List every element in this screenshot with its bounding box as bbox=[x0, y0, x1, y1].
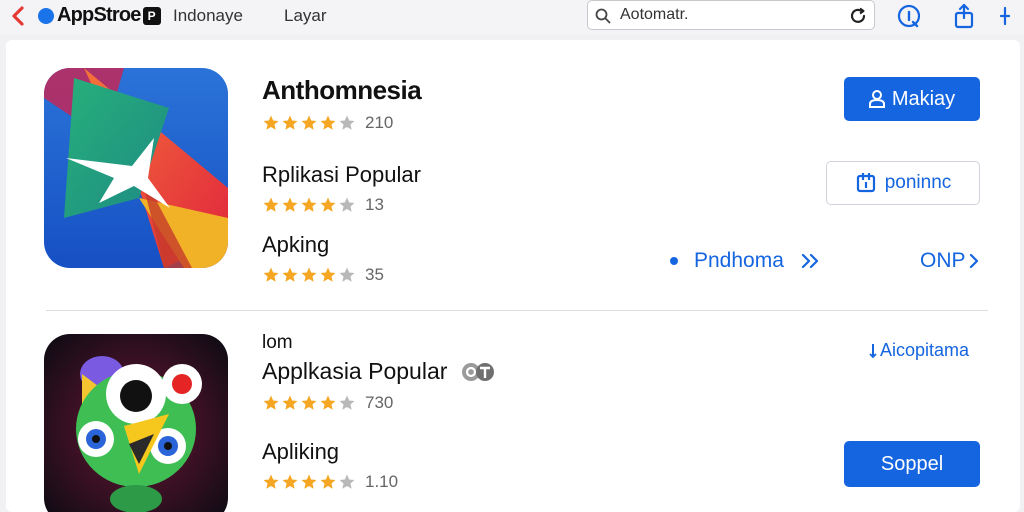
search-icon bbox=[595, 8, 611, 29]
link-onp-label: ONP bbox=[920, 249, 966, 272]
bullet-dot bbox=[670, 257, 678, 265]
user-icon bbox=[868, 90, 885, 108]
app-title[interactable]: Anthomnesia bbox=[262, 75, 422, 106]
app-name[interactable]: Applkasia Popular bbox=[262, 358, 447, 385]
double-chevron-right-icon bbox=[800, 252, 822, 270]
star-empty-icon bbox=[338, 394, 357, 412]
store-brand[interactable]: AppStroe P bbox=[38, 4, 161, 27]
bookmark-icon bbox=[855, 172, 877, 194]
star-empty-icon bbox=[338, 473, 357, 491]
star-rating bbox=[262, 266, 357, 284]
rating-count: 210 bbox=[365, 113, 394, 132]
region-label[interactable]: Indonaye bbox=[173, 6, 243, 26]
secondary-action-button[interactable]: poninnc bbox=[826, 161, 980, 205]
more-icon[interactable] bbox=[996, 3, 1014, 29]
star-filled-icon bbox=[281, 473, 300, 491]
app-rating: 35 bbox=[262, 265, 384, 285]
star-filled-icon bbox=[262, 196, 281, 214]
app2-action-button[interactable]: Soppel bbox=[844, 441, 980, 487]
star-filled-icon bbox=[300, 473, 319, 491]
rating-count: 35 bbox=[365, 265, 384, 284]
app-icon-applkasia[interactable] bbox=[44, 334, 228, 512]
brand-name: AppStroe bbox=[57, 4, 141, 26]
star-empty-icon bbox=[338, 114, 357, 132]
star-filled-icon bbox=[262, 114, 281, 132]
app-name-row: Applkasia Popular bbox=[262, 358, 497, 385]
star-filled-icon bbox=[300, 114, 319, 132]
app-rating: 210 bbox=[262, 113, 393, 133]
link-aicopitama-label: Aicopitama bbox=[880, 340, 970, 360]
star-filled-icon bbox=[319, 473, 338, 491]
link-onp[interactable]: ONP bbox=[920, 249, 980, 273]
star-filled-icon bbox=[300, 394, 319, 412]
star-rating bbox=[262, 394, 357, 412]
secondary-action-label: poninnc bbox=[884, 172, 952, 193]
layar-label[interactable]: Layar bbox=[284, 6, 327, 26]
badge-icon bbox=[461, 362, 497, 382]
link-aicopitama[interactable]: Aicopitama bbox=[869, 340, 969, 361]
app-rating: 13 bbox=[262, 195, 384, 215]
share-icon[interactable] bbox=[951, 3, 977, 29]
star-filled-icon bbox=[300, 196, 319, 214]
primary-action-button[interactable]: Makiay bbox=[844, 77, 980, 121]
link-pndhoma-label: Pndhoma bbox=[694, 249, 784, 272]
link-pndhoma[interactable]: Pndhoma bbox=[670, 249, 822, 273]
star-rating bbox=[262, 114, 357, 132]
star-filled-icon bbox=[262, 394, 281, 412]
rating-count: 1.10 bbox=[365, 472, 399, 491]
app-subtitle[interactable]: Rplikasi Popular bbox=[262, 162, 421, 188]
search-input[interactable]: Aotomatr. bbox=[620, 6, 688, 24]
top-toolbar: AppStroe P Indonaye Layar Aotomatr. bbox=[0, 0, 1024, 34]
app-listing-card: Anthomnesia 210 Rplikasi Popular 13 Apki… bbox=[6, 40, 1020, 512]
search-field[interactable]: Aotomatr. bbox=[587, 0, 875, 30]
star-filled-icon bbox=[281, 394, 300, 412]
brand-logo-icon bbox=[38, 7, 54, 24]
star-filled-icon bbox=[300, 266, 319, 284]
star-filled-icon bbox=[262, 473, 281, 491]
row-divider bbox=[46, 310, 988, 311]
star-empty-icon bbox=[338, 196, 357, 214]
star-filled-icon bbox=[319, 394, 338, 412]
back-arrow-icon[interactable] bbox=[8, 5, 30, 27]
app-subtitle[interactable]: Apking bbox=[262, 232, 329, 258]
app-small-title: lom bbox=[262, 332, 293, 353]
app-rating: 1.10 bbox=[262, 472, 398, 492]
star-rating bbox=[262, 473, 357, 491]
star-rating bbox=[262, 196, 357, 214]
app-subtitle[interactable]: Apliking bbox=[262, 439, 339, 465]
app-icon-anthomnesia[interactable] bbox=[44, 68, 228, 268]
refresh-icon[interactable] bbox=[848, 6, 868, 31]
brand-badge: P bbox=[142, 6, 161, 25]
download-arrow-icon bbox=[869, 343, 877, 359]
star-filled-icon bbox=[262, 266, 281, 284]
star-filled-icon bbox=[319, 266, 338, 284]
primary-action-label: Makiay bbox=[891, 87, 956, 110]
chevron-right-icon bbox=[968, 252, 980, 270]
star-filled-icon bbox=[281, 114, 300, 132]
star-filled-icon bbox=[281, 196, 300, 214]
rating-count: 13 bbox=[365, 195, 384, 214]
star-filled-icon bbox=[319, 114, 338, 132]
star-filled-icon bbox=[319, 196, 338, 214]
star-filled-icon bbox=[281, 266, 300, 284]
app-rating: 730 bbox=[262, 393, 393, 413]
rating-count: 730 bbox=[365, 393, 394, 412]
star-empty-icon bbox=[338, 266, 357, 284]
app2-action-label: Soppel bbox=[880, 452, 944, 475]
info-icon[interactable] bbox=[896, 3, 922, 29]
